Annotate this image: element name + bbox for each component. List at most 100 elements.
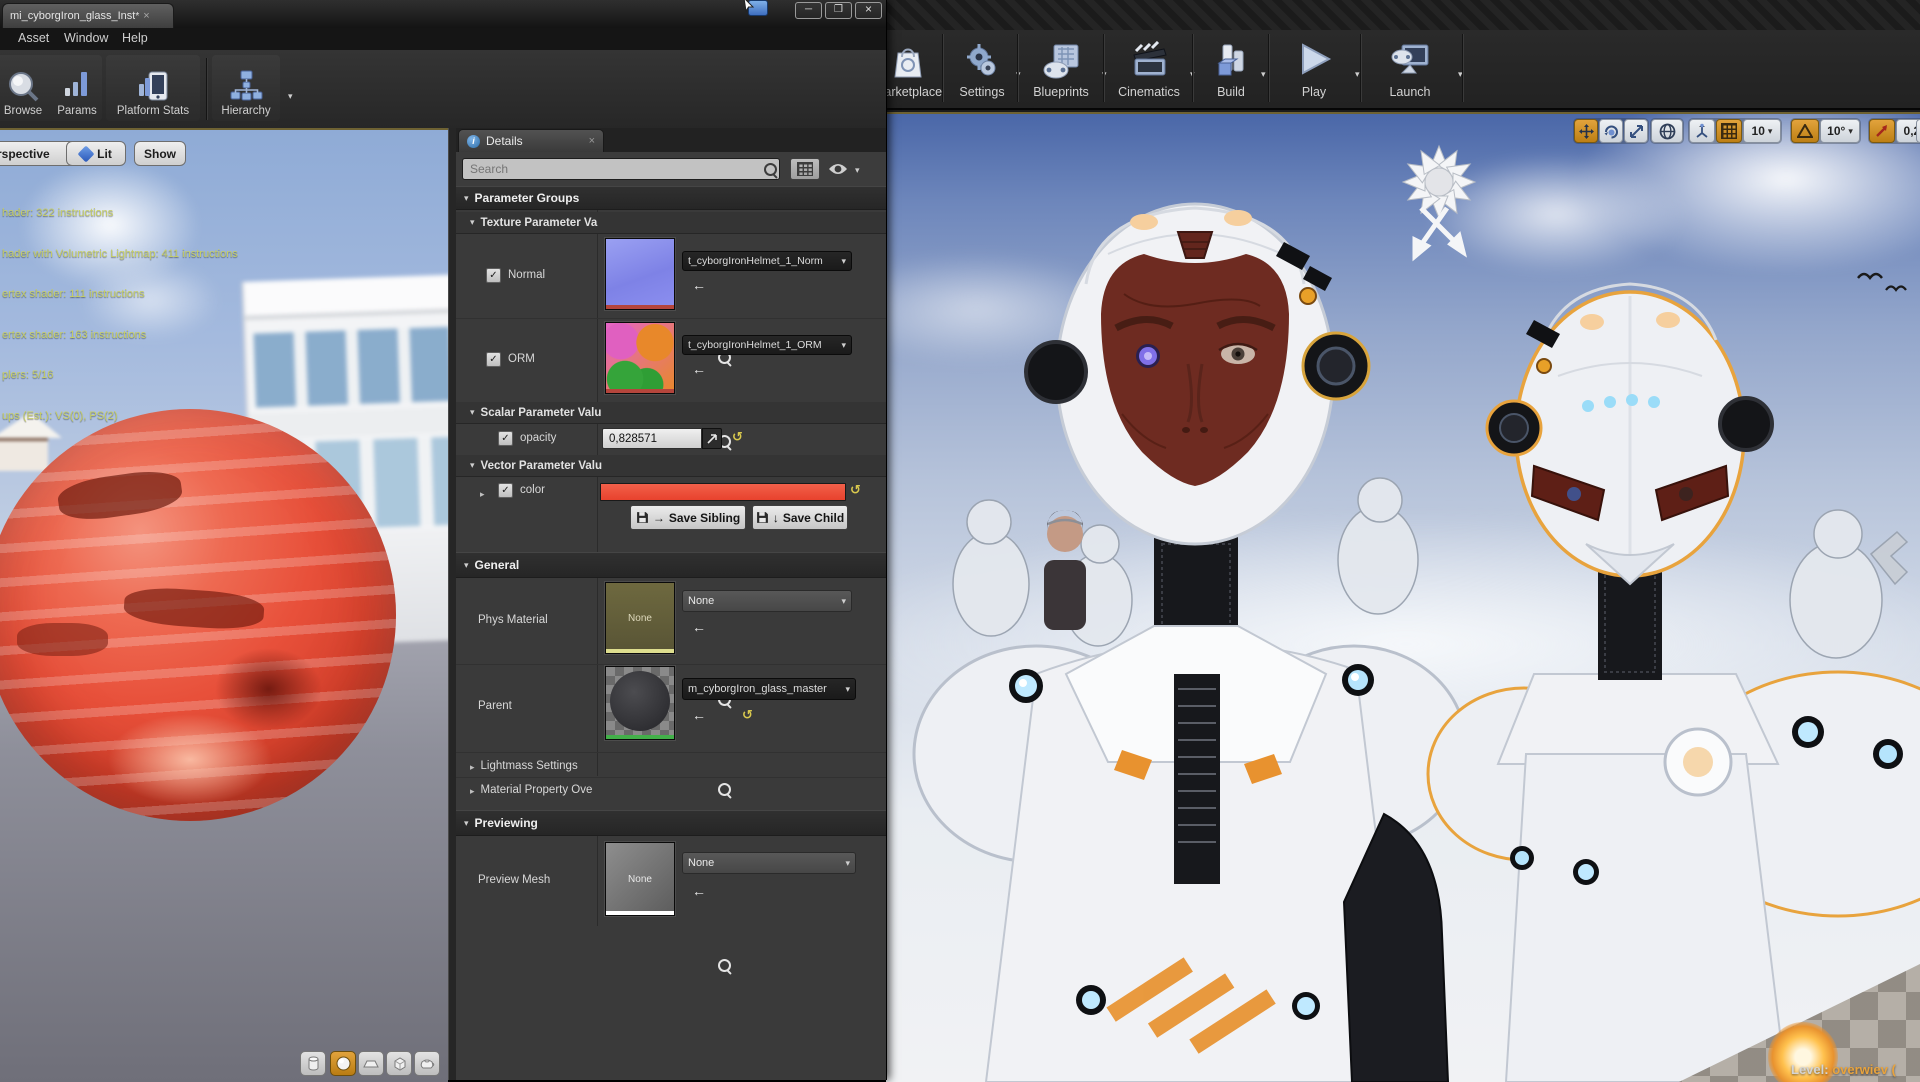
hierarchy-button[interactable]: Hierarchy — [212, 55, 280, 121]
opacity-checkbox[interactable] — [498, 431, 513, 446]
cube-icon — [394, 1057, 405, 1071]
row-parent: Parent m_cyborgIron_glass_master ← — [456, 664, 886, 796]
section-general[interactable]: General — [456, 552, 886, 578]
preview-mesh-use-selected-icon[interactable]: ← — [692, 884, 706, 898]
platform-stats-button[interactable]: Platform Stats — [106, 55, 200, 121]
browse-button[interactable]: Browse — [0, 55, 60, 121]
phys-material-label: Phys Material — [478, 614, 548, 626]
display-filter-button[interactable] — [790, 158, 820, 180]
preview-mesh-thumbnail[interactable]: None — [605, 842, 675, 916]
parent-label: Parent — [478, 700, 512, 712]
save-child-button[interactable]: ↓ Save Child — [752, 505, 848, 530]
settings-button[interactable]: Settings — [944, 32, 1020, 104]
save-sibling-button[interactable]: → Save Sibling — [630, 505, 746, 530]
build-icon — [1217, 44, 1244, 76]
material-preview-sphere[interactable] — [0, 409, 396, 821]
row-lightmass-settings[interactable]: Lightmass Settings — [456, 754, 886, 778]
section-vector-parameter-values[interactable]: Vector Parameter Valu — [456, 455, 886, 477]
details-tab[interactable]: i Details × — [458, 129, 604, 152]
section-parameter-groups[interactable]: Parameter Groups — [456, 186, 886, 210]
menu-window[interactable]: Window — [64, 31, 108, 45]
play-dropdown[interactable] — [1351, 64, 1360, 82]
cinematics-button[interactable]: Cinematics — [1106, 32, 1192, 104]
opacity-value-field[interactable]: 0,828571 — [602, 428, 702, 449]
parent-use-selected-icon[interactable]: ← — [692, 708, 706, 722]
color-expander[interactable] — [480, 484, 491, 502]
child-arrow-icon: ↓ — [772, 510, 779, 525]
orm-checkbox[interactable] — [486, 352, 501, 367]
blueprints-icon — [1043, 44, 1079, 79]
opacity-slider-button[interactable] — [702, 428, 722, 449]
rotate-tool-button[interactable] — [1599, 119, 1623, 143]
orm-texture-dropdown[interactable]: t_cyborgIronHelmet_1_ORM — [682, 335, 852, 355]
preview-mesh-dropdown[interactable]: None — [682, 852, 856, 874]
platform-stats-icon — [139, 71, 168, 101]
play-button[interactable]: Play — [1272, 32, 1356, 104]
minimize-button[interactable]: ─ — [795, 2, 822, 19]
build-dropdown[interactable] — [1257, 64, 1266, 82]
show-menu-button[interactable]: Show — [134, 141, 186, 166]
color-checkbox[interactable] — [498, 483, 513, 498]
list-view-icon — [797, 162, 813, 176]
details-tab-close-icon[interactable]: × — [589, 135, 595, 147]
param-row-normal: Normal t_cyborgIronHelmet_1_Norm ← — [456, 234, 886, 364]
orm-texture-thumbnail[interactable] — [605, 322, 675, 394]
row-material-property-overrides[interactable]: Material Property Ove — [456, 778, 886, 802]
move-tool-button[interactable] — [1574, 119, 1598, 143]
section-scalar-parameter-values[interactable]: Scalar Parameter Valu — [456, 402, 886, 424]
params-button[interactable]: Params — [52, 55, 102, 121]
orm-use-selected-icon[interactable]: ← — [692, 362, 706, 376]
menu-asset[interactable]: Asset — [18, 31, 49, 45]
scale-snap-toggle[interactable] — [1869, 119, 1895, 143]
menu-help[interactable]: Help — [122, 31, 148, 45]
launch-button[interactable]: Launch — [1364, 32, 1456, 104]
phys-material-thumbnail[interactable]: None — [605, 582, 675, 654]
world-space-button[interactable] — [1651, 119, 1683, 143]
preview-shape-sphere-button[interactable] — [330, 1051, 356, 1076]
scale-tool-button[interactable] — [1624, 119, 1648, 143]
grid-snap-value[interactable]: 10 — [1743, 119, 1781, 143]
parent-material-dropdown[interactable]: m_cyborgIron_glass_master — [682, 678, 856, 700]
camera-speed-button[interactable] — [1916, 119, 1920, 143]
view-options-button[interactable] — [828, 160, 860, 178]
level-name[interactable]: overwiev ( — [1832, 1062, 1896, 1077]
phys-material-dropdown[interactable]: None — [682, 590, 852, 612]
eye-icon — [829, 164, 847, 174]
opacity-reset-icon[interactable] — [732, 430, 743, 443]
preview-shape-cylinder-button[interactable] — [300, 1051, 326, 1076]
tab-close-icon[interactable]: × — [143, 10, 149, 22]
lit-mode-button[interactable]: Lit — [66, 141, 126, 166]
grid-snap-toggle[interactable] — [1716, 119, 1742, 143]
preview-shape-teapot-button[interactable] — [414, 1051, 440, 1076]
param-row-orm: ORM t_cyborgIronHelmet_1_ORM ← — [456, 318, 886, 448]
surface-snap-button[interactable] — [1689, 119, 1715, 143]
section-texture-parameter-values[interactable]: Texture Parameter Va — [456, 212, 886, 234]
material-preview-viewport[interactable]: Perspective Lit Show hader: 322 instruct… — [0, 128, 448, 1082]
parent-reset-icon[interactable] — [742, 708, 753, 721]
normal-use-selected-icon[interactable]: ← — [692, 278, 706, 292]
hierarchy-icon — [230, 70, 263, 101]
normal-texture-dropdown[interactable]: t_cyborgIronHelmet_1_Norm — [682, 251, 852, 271]
column-divider — [597, 836, 598, 926]
search-input[interactable] — [462, 158, 780, 180]
document-tab[interactable]: mi_cyborgIron_glass_Inst * × — [2, 3, 174, 28]
preview-shape-cube-button[interactable] — [386, 1051, 412, 1076]
rotation-snap-toggle[interactable] — [1791, 119, 1819, 143]
title-bar[interactable]: mi_cyborgIron_glass_Inst * × ─ ❒ × — [0, 0, 886, 28]
hierarchy-dropdown[interactable] — [284, 86, 293, 104]
phys-material-use-selected-icon[interactable]: ← — [692, 620, 706, 634]
color-swatch[interactable] — [600, 483, 846, 501]
preview-mesh-browse-icon[interactable] — [718, 959, 731, 972]
section-previewing[interactable]: Previewing — [456, 810, 886, 836]
preview-shape-plane-button[interactable] — [358, 1051, 384, 1076]
rotation-snap-value[interactable]: 10° — [1820, 119, 1860, 143]
normal-texture-thumbnail[interactable] — [605, 238, 675, 310]
blueprints-button[interactable]: Blueprints — [1020, 32, 1102, 104]
color-reset-icon[interactable] — [850, 483, 861, 496]
normal-checkbox[interactable] — [486, 268, 501, 283]
close-button[interactable]: × — [855, 2, 882, 19]
restore-button[interactable]: ❒ — [825, 2, 852, 19]
main-toolbar: Marketplace Settings ▾ Blueprints ▾ Cine… — [874, 30, 1920, 110]
level-viewport[interactable]: 10 10° — [886, 112, 1920, 1082]
parent-material-thumbnail[interactable] — [605, 666, 675, 740]
